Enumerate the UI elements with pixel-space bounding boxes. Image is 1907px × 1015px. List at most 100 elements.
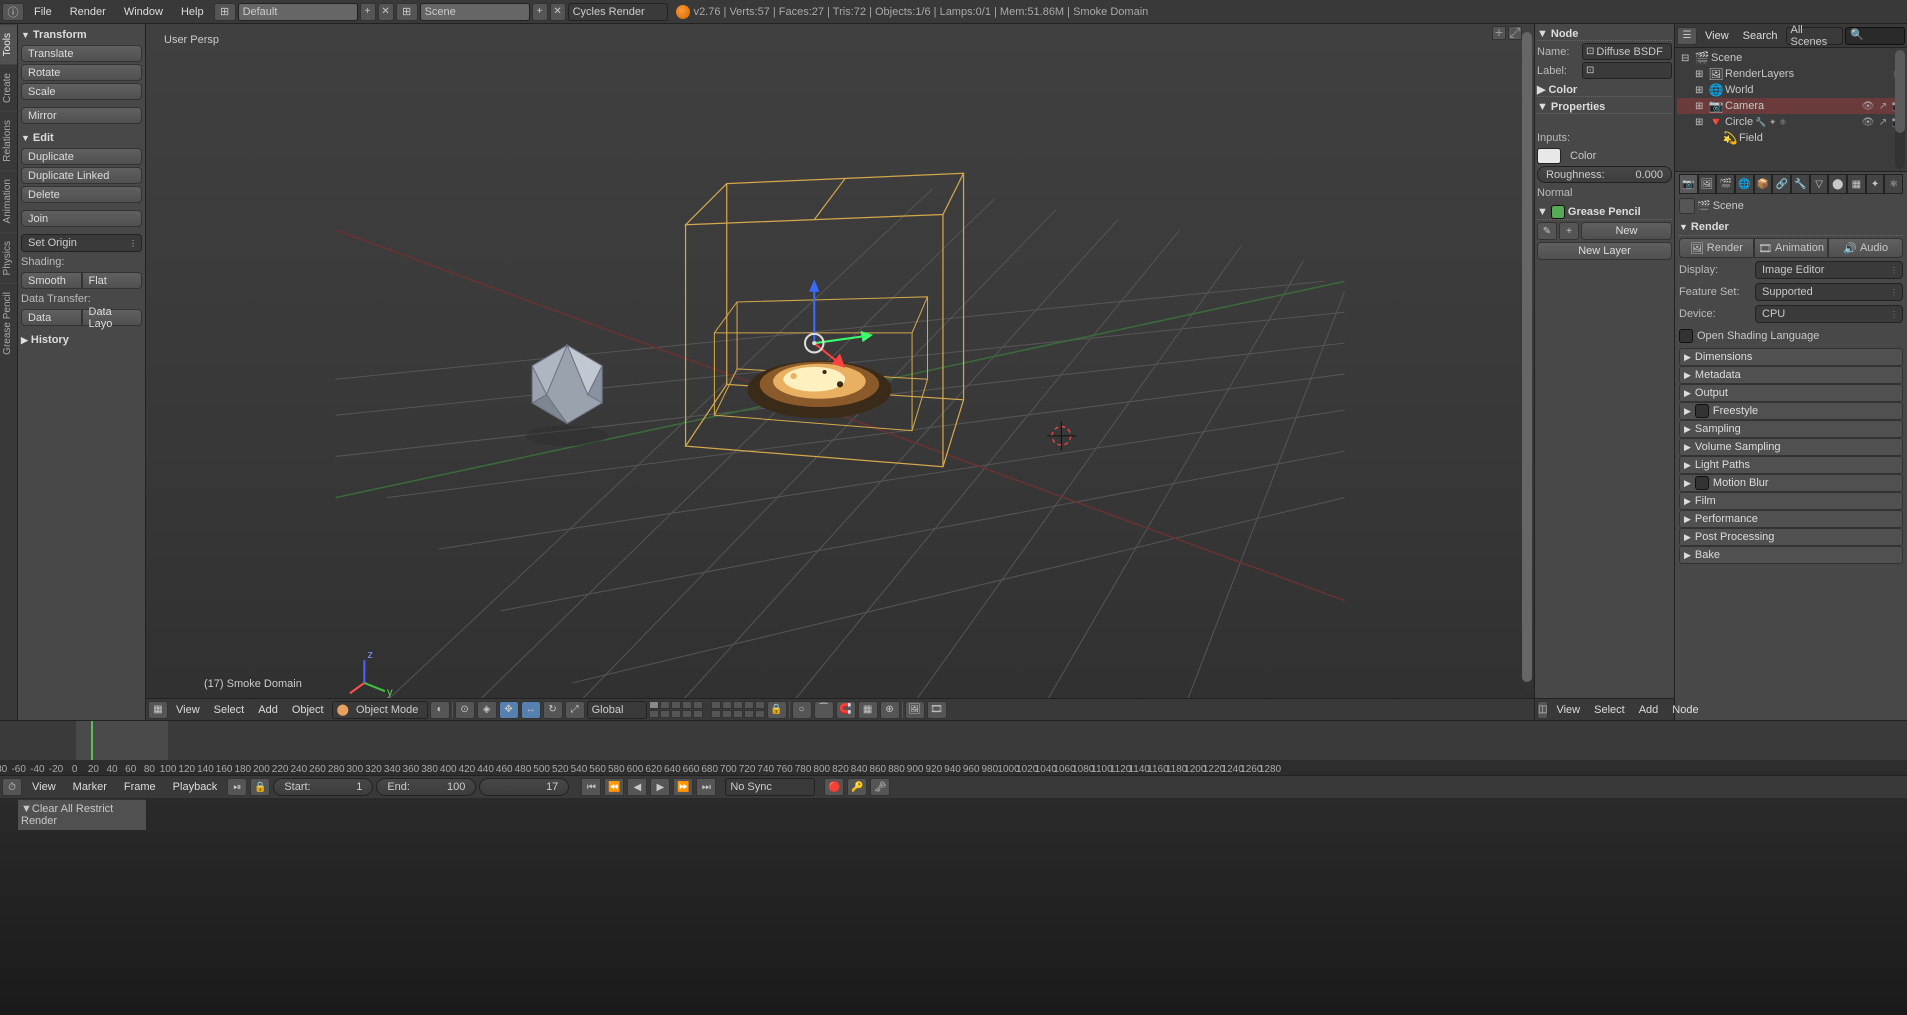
keyframe-prev-icon[interactable]: ⏪ <box>604 778 624 796</box>
jump-end-icon[interactable]: ⏭ <box>696 778 716 796</box>
start-frame-field[interactable]: Start:1 <box>273 778 373 796</box>
proportional-falloff-icon[interactable]: ⁀ <box>814 701 834 719</box>
view3d-menu-select[interactable]: Select <box>208 704 251 716</box>
edit-header[interactable]: Edit <box>21 130 142 146</box>
outliner-row[interactable]: ⊞🔻Circle 🔧 ✦ ⚛👁↗📷 <box>1677 114 1905 130</box>
outliner-row[interactable]: ⊞📷Camera👁↗📷 <box>1677 98 1905 114</box>
scene-add-button[interactable]: + <box>532 3 548 21</box>
opengl-render-icon[interactable]: 🖼 <box>905 701 925 719</box>
featureset-dropdown[interactable]: Supported <box>1755 283 1903 301</box>
snap-icon[interactable]: 🧲 <box>836 701 856 719</box>
expand-icon[interactable]: ⊞ <box>1695 117 1707 128</box>
node-name-field[interactable]: ⊡Diffuse BSDF <box>1582 43 1672 60</box>
editor-type-icon[interactable]: ⓘ <box>2 3 24 21</box>
panel-checkbox[interactable] <box>1695 404 1709 418</box>
outliner-menu-search[interactable]: Search <box>1737 30 1784 42</box>
node-label-field[interactable]: ⊡ <box>1582 62 1672 79</box>
node-menu-node[interactable]: Node <box>1666 704 1704 716</box>
snap-element-icon[interactable]: ▦ <box>858 701 878 719</box>
tl-menu-playback[interactable]: Playback <box>166 781 225 793</box>
keyframe-next-icon[interactable]: ⏩ <box>673 778 693 796</box>
translate-button[interactable]: Translate <box>21 45 142 62</box>
rotate-button[interactable]: Rotate <box>21 64 142 81</box>
play-reverse-icon[interactable]: ◀ <box>627 778 647 796</box>
end-frame-field[interactable]: End:100 <box>376 778 476 796</box>
render-engine-dropdown[interactable]: Cycles Render <box>568 3 668 21</box>
layout-delete-button[interactable]: ✕ <box>378 3 394 21</box>
tab-material-icon[interactable]: ⬤ <box>1828 174 1847 194</box>
node-panel-header[interactable]: Node <box>1537 26 1672 41</box>
view3d-menu-object[interactable]: Object <box>286 704 330 716</box>
tab-data-icon[interactable]: ▽ <box>1810 174 1829 194</box>
tl-menu-marker[interactable]: Marker <box>66 781 114 793</box>
node-menu-add[interactable]: Add <box>1633 704 1665 716</box>
manipulator-translate-icon[interactable]: ↔ <box>521 701 541 719</box>
gp-add-icon[interactable]: + <box>1559 222 1579 240</box>
tab-texture-icon[interactable]: ▦ <box>1847 174 1866 194</box>
outliner-menu-view[interactable]: View <box>1699 30 1735 42</box>
menu-file[interactable]: File <box>26 6 60 18</box>
operator-header[interactable]: Clear All Restrict Render <box>21 803 143 827</box>
gp-new-layer-button[interactable]: New Layer <box>1537 242 1672 260</box>
render-button[interactable]: 🖼 Render <box>1679 238 1754 258</box>
outliner-row[interactable]: ⊟🎬Scene <box>1677 50 1905 66</box>
tab-renderlayer-icon[interactable]: 🖼 <box>1698 174 1717 194</box>
playhead[interactable] <box>91 721 93 760</box>
view3d-menu-add[interactable]: Add <box>252 704 284 716</box>
current-frame-field[interactable]: 17 <box>479 778 569 796</box>
expand-icon[interactable]: ⊞ <box>1695 85 1707 96</box>
property-panel-output[interactable]: Output <box>1679 384 1903 402</box>
property-panel-bake[interactable]: Bake <box>1679 546 1903 564</box>
tab-constraint-icon[interactable]: 🔗 <box>1772 174 1791 194</box>
scale-button[interactable]: Scale <box>21 83 142 100</box>
tab-grease-pencil[interactable]: Grease Pencil <box>0 283 17 363</box>
property-panel-motion-blur[interactable]: Motion Blur <box>1679 474 1903 492</box>
roughness-field[interactable]: Roughness: 0.000 <box>1537 166 1672 183</box>
keying-set-icon[interactable]: 🔑 <box>847 778 867 796</box>
outliner-scroll-thumb[interactable] <box>1895 50 1905 133</box>
pivot-align-icon[interactable]: ◈ <box>477 701 497 719</box>
audio-button[interactable]: 🔊 Audio <box>1828 238 1903 258</box>
tab-modifier-icon[interactable]: 🔧 <box>1791 174 1810 194</box>
outliner-row[interactable]: 💫Field <box>1677 130 1905 146</box>
editor-type-timeline-icon[interactable]: ⏱ <box>2 778 22 796</box>
duplicate-linked-button[interactable]: Duplicate Linked <box>21 167 142 184</box>
render-panel-header[interactable]: Render <box>1679 218 1903 236</box>
tab-world-icon[interactable]: 🌐 <box>1735 174 1754 194</box>
outliner-search-input[interactable]: 🔍 <box>1845 27 1905 45</box>
property-panel-metadata[interactable]: Metadata <box>1679 366 1903 384</box>
lock-range-icon[interactable]: 🔒 <box>250 778 270 796</box>
scene-browse-icon[interactable]: ⊞ <box>396 3 418 21</box>
property-panel-freestyle[interactable]: Freestyle <box>1679 402 1903 420</box>
tab-particle-icon[interactable]: ✦ <box>1866 174 1885 194</box>
expand-icon[interactable]: ⤢ <box>1508 26 1522 40</box>
layout-add-button[interactable]: + <box>360 3 376 21</box>
tl-menu-frame[interactable]: Frame <box>117 781 163 793</box>
outliner-row[interactable]: ⊞🖼RenderLayers⊞ <box>1677 66 1905 82</box>
outliner-tree[interactable]: ⊟🎬Scene⊞🖼RenderLayers⊞⊞🌐World⊞📷Camera👁↗📷… <box>1675 48 1907 148</box>
manipulator-scale-icon[interactable]: ⤢ <box>565 701 585 719</box>
restrict-toggle-icon[interactable]: ↗ <box>1876 115 1890 129</box>
autokey-icon[interactable]: 🔴 <box>824 778 844 796</box>
property-panel-sampling[interactable]: Sampling <box>1679 420 1903 438</box>
display-dropdown[interactable]: Image Editor <box>1755 261 1903 279</box>
tab-tools[interactable]: Tools <box>0 24 17 64</box>
play-icon[interactable]: ▶ <box>650 778 670 796</box>
property-panel-volume-sampling[interactable]: Volume Sampling <box>1679 438 1903 456</box>
tab-create[interactable]: Create <box>0 64 17 111</box>
opengl-anim-icon[interactable]: 🎞 <box>927 701 947 719</box>
data-layout-button[interactable]: Data Layo <box>82 309 143 326</box>
tab-relations[interactable]: Relations <box>0 111 17 170</box>
property-panel-film[interactable]: Film <box>1679 492 1903 510</box>
menu-window[interactable]: Window <box>116 6 171 18</box>
restrict-toggle-icon[interactable]: 👁 <box>1861 99 1875 113</box>
snap-target-icon[interactable]: ⊕ <box>880 701 900 719</box>
panel-checkbox[interactable] <box>1695 476 1709 490</box>
screen-layout-dropdown[interactable]: Default <box>238 3 358 21</box>
set-origin-dropdown[interactable]: Set Origin <box>21 234 142 252</box>
color-swatch[interactable] <box>1537 148 1561 164</box>
property-panel-dimensions[interactable]: Dimensions <box>1679 348 1903 366</box>
layer-buttons-2[interactable] <box>711 701 765 718</box>
timeline-canvas[interactable]: -80-60-40-200204060801001201401601802002… <box>0 721 1907 775</box>
gp-new-button[interactable]: New <box>1581 222 1672 240</box>
